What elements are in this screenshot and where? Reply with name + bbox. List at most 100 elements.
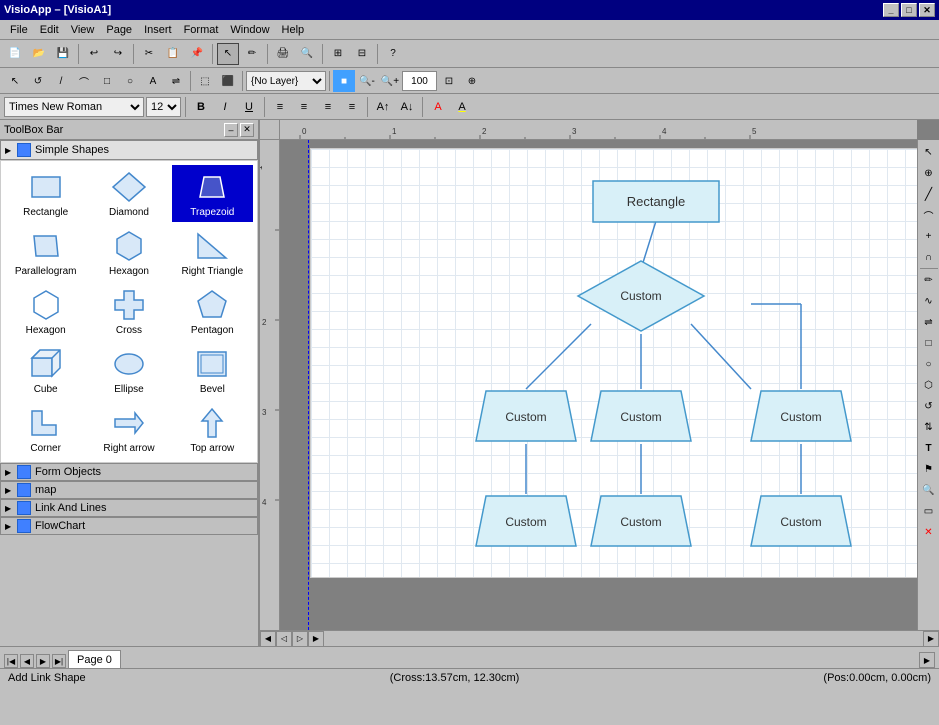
canvas-trap-left-2[interactable]: Custom	[466, 494, 586, 549]
menu-help[interactable]: Help	[276, 23, 311, 37]
canvas-trap-center-2[interactable]: Custom	[581, 494, 701, 549]
align-left-button[interactable]: ≡	[269, 97, 291, 117]
toolbox-close-button[interactable]: ✕	[240, 123, 254, 137]
help-button[interactable]: ?	[382, 43, 404, 65]
distribute-button[interactable]: ⊟	[351, 43, 373, 65]
fit-page[interactable]: ⊡	[438, 70, 460, 92]
print-button[interactable]: 🖨	[272, 43, 294, 65]
scroll-left-button[interactable]: ◀	[260, 631, 276, 647]
drawing-canvas[interactable]: Rectangle Custom	[310, 148, 917, 578]
shape-cube[interactable]: Cube	[5, 342, 86, 399]
rt-rect2[interactable]: ▭	[919, 501, 939, 521]
page-tab-next[interactable]: ▶	[36, 654, 50, 668]
canvas-diamond[interactable]: Custom	[576, 259, 706, 334]
h-scrollbar-right[interactable]: ▶	[919, 652, 935, 668]
color-fill[interactable]: ■	[333, 70, 355, 92]
rt-flip[interactable]: ⇅	[919, 417, 939, 437]
justify-button[interactable]: ≡	[341, 97, 363, 117]
maximize-button[interactable]: □	[901, 3, 917, 17]
section-flowchart[interactable]: FlowChart	[0, 517, 258, 535]
menu-view[interactable]: View	[65, 23, 101, 37]
font-decrease-button[interactable]: A↓	[396, 97, 418, 117]
new-button[interactable]: 📄	[4, 43, 26, 65]
page-tab-0[interactable]: Page 0	[68, 650, 121, 668]
highlight-button[interactable]: A	[451, 97, 473, 117]
rt-pencil[interactable]: ✏	[919, 270, 939, 290]
rt-shape2[interactable]: ○	[919, 354, 939, 374]
layer-select[interactable]: {No Layer}	[246, 71, 326, 91]
connector-tool[interactable]: ⇌	[165, 70, 187, 92]
canvas-rectangle[interactable]: Rectangle	[591, 179, 721, 224]
section-link-lines[interactable]: Link And Lines	[0, 499, 258, 517]
menu-window[interactable]: Window	[224, 23, 275, 37]
rotate-tool[interactable]: ↺	[27, 70, 49, 92]
bold-button[interactable]: B	[190, 97, 212, 117]
page-tab-prev[interactable]: ◀	[20, 654, 34, 668]
page-tab-last[interactable]: ▶|	[52, 654, 66, 668]
font-family-select[interactable]: Times New Roman	[4, 97, 144, 117]
canvas-trap-right-2[interactable]: Custom	[741, 494, 861, 549]
minimize-button[interactable]: _	[883, 3, 899, 17]
rt-close[interactable]: ✕	[919, 522, 939, 542]
align-center-button[interactable]: ≡	[293, 97, 315, 117]
scroll-next-page[interactable]: ▷	[292, 631, 308, 647]
rt-connect[interactable]: ⇌	[919, 312, 939, 332]
rt-flag[interactable]: ⚑	[919, 459, 939, 479]
zoom-custom[interactable]: ⊕	[461, 70, 483, 92]
undo-button[interactable]: ↩	[83, 43, 105, 65]
rt-rotate[interactable]: ↺	[919, 396, 939, 416]
page-tab-first[interactable]: |◀	[4, 654, 18, 668]
cut-button[interactable]: ✂	[138, 43, 160, 65]
rt-freehand[interactable]: ∿	[919, 291, 939, 311]
ungroup-tool[interactable]: ⬛	[217, 70, 239, 92]
rt-shape3[interactable]: ⬡	[919, 375, 939, 395]
shape-parallelogram[interactable]: Parallelogram	[5, 224, 86, 281]
curve-tool[interactable]: ⌒	[73, 70, 95, 92]
scroll-prev-page[interactable]: ◁	[276, 631, 292, 647]
shape-ellipse[interactable]: Ellipse	[88, 342, 169, 399]
menu-page[interactable]: Page	[100, 23, 138, 37]
rt-text[interactable]: T	[919, 438, 939, 458]
shape-right-triangle[interactable]: Right Triangle	[172, 224, 253, 281]
align-button[interactable]: ⊞	[327, 43, 349, 65]
rt-line[interactable]: ╱	[919, 184, 939, 204]
pointer-button[interactable]: ↖	[217, 43, 239, 65]
shape-diamond[interactable]: Diamond	[88, 165, 169, 222]
section-simple-shapes[interactable]: Simple Shapes	[0, 140, 258, 160]
save-button[interactable]: 💾	[52, 43, 74, 65]
shape-pentagon[interactable]: Pentagon	[172, 283, 253, 340]
font-color-button[interactable]: A	[427, 97, 449, 117]
draw-button[interactable]: ✏	[241, 43, 263, 65]
align-right-button[interactable]: ≡	[317, 97, 339, 117]
canvas-trap-right-1[interactable]: Custom	[741, 389, 861, 444]
rt-pointer[interactable]: ↖	[919, 142, 939, 162]
paste-button[interactable]: 📌	[186, 43, 208, 65]
line-tool[interactable]: /	[50, 70, 72, 92]
h-scroll-track[interactable]	[324, 631, 923, 647]
zoom-in-btn[interactable]: 🔍+	[379, 70, 401, 92]
ellipse-tool[interactable]: ○	[119, 70, 141, 92]
copy-button[interactable]: 📋	[162, 43, 184, 65]
shape-hexagon2[interactable]: Hexagon	[5, 283, 86, 340]
rt-zoom[interactable]: 🔍	[919, 480, 939, 500]
rect-tool[interactable]: □	[96, 70, 118, 92]
toolbox-minimize-button[interactable]: –	[224, 123, 238, 137]
font-size-select[interactable]: 12	[146, 97, 181, 117]
canvas-trap-center-1[interactable]: Custom	[581, 389, 701, 444]
shape-right-arrow[interactable]: Right arrow	[88, 401, 169, 458]
shape-cross[interactable]: Cross	[88, 283, 169, 340]
shape-rectangle[interactable]: Rectangle	[5, 165, 86, 222]
menu-file[interactable]: File	[4, 23, 34, 37]
rt-arc[interactable]: ∩	[919, 247, 939, 267]
rt-magnify[interactable]: ⊕	[919, 163, 939, 183]
redo-button[interactable]: ↪	[107, 43, 129, 65]
scroll-end-button[interactable]: ▶	[923, 631, 939, 647]
zoom-in-tb[interactable]: 🔍	[296, 43, 318, 65]
section-form-objects[interactable]: Form Objects	[0, 463, 258, 481]
close-button[interactable]: ✕	[919, 3, 935, 17]
shape-bevel[interactable]: Bevel	[172, 342, 253, 399]
shape-trapezoid[interactable]: Trapezoid	[172, 165, 253, 222]
shape-corner[interactable]: Corner	[5, 401, 86, 458]
menu-edit[interactable]: Edit	[34, 23, 65, 37]
underline-button[interactable]: U	[238, 97, 260, 117]
